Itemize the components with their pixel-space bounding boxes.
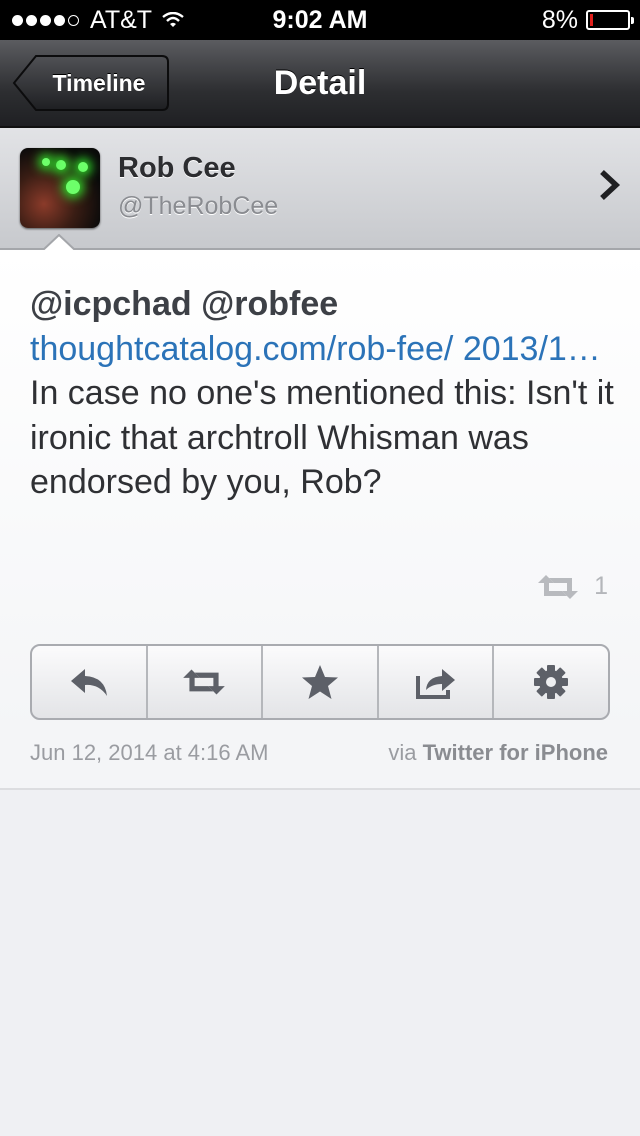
author-handle: @TheRobCee: [118, 192, 279, 220]
status-bar: AT&T 9:02 AM 8%: [0, 0, 640, 40]
share-icon: [415, 669, 455, 699]
chevron-right-icon: [600, 169, 621, 201]
battery-level: [590, 14, 593, 26]
source-app-link[interactable]: Twitter for iPhone: [423, 740, 608, 765]
retweet-count-value: 1: [594, 572, 608, 600]
battery-percent: 8%: [541, 5, 578, 34]
author-name: Rob Cee: [118, 152, 236, 184]
back-button[interactable]: Timeline: [12, 54, 170, 112]
favorite-button[interactable]: [263, 646, 379, 718]
avatar[interactable]: [20, 148, 100, 228]
url-link[interactable]: thoughtcatalog.com/rob-fee/ 2013/1…: [30, 330, 601, 368]
tweet-timestamp: Jun 12, 2014 at 4:16 AM: [30, 740, 269, 765]
retweet-button[interactable]: [148, 646, 264, 718]
tweet-source: via Twitter for iPhone: [388, 740, 608, 766]
tweet-body: In case no one's mentioned this: Isn't i…: [30, 374, 614, 501]
tweet-detail: @icpchad @robfee thoughtcatalog.com/rob-…: [0, 250, 640, 790]
gear-icon: [534, 665, 569, 699]
back-button-label: Timeline: [52, 70, 146, 96]
reply-icon: [70, 669, 107, 696]
star-icon: [301, 665, 338, 699]
retweet-count[interactable]: 1: [534, 572, 608, 601]
tweet-text: @icpchad @robfee thoughtcatalog.com/rob-…: [30, 282, 614, 505]
more-settings-button[interactable]: [494, 646, 608, 718]
via-prefix: via: [388, 740, 417, 765]
retweet-icon: [538, 574, 579, 599]
navigation-bar: Detail Timeline: [0, 40, 640, 128]
tweet-actions: [30, 644, 610, 720]
reply-button[interactable]: [32, 646, 148, 718]
mention-link[interactable]: @icpchad: [30, 285, 192, 323]
battery-icon: [586, 10, 634, 30]
mention-link[interactable]: @robfee: [201, 285, 338, 323]
author-header[interactable]: Rob Cee @TheRobCee: [0, 128, 640, 250]
share-button[interactable]: [379, 646, 495, 718]
status-right: 8%: [541, 0, 634, 40]
retweet-icon: [183, 669, 226, 695]
